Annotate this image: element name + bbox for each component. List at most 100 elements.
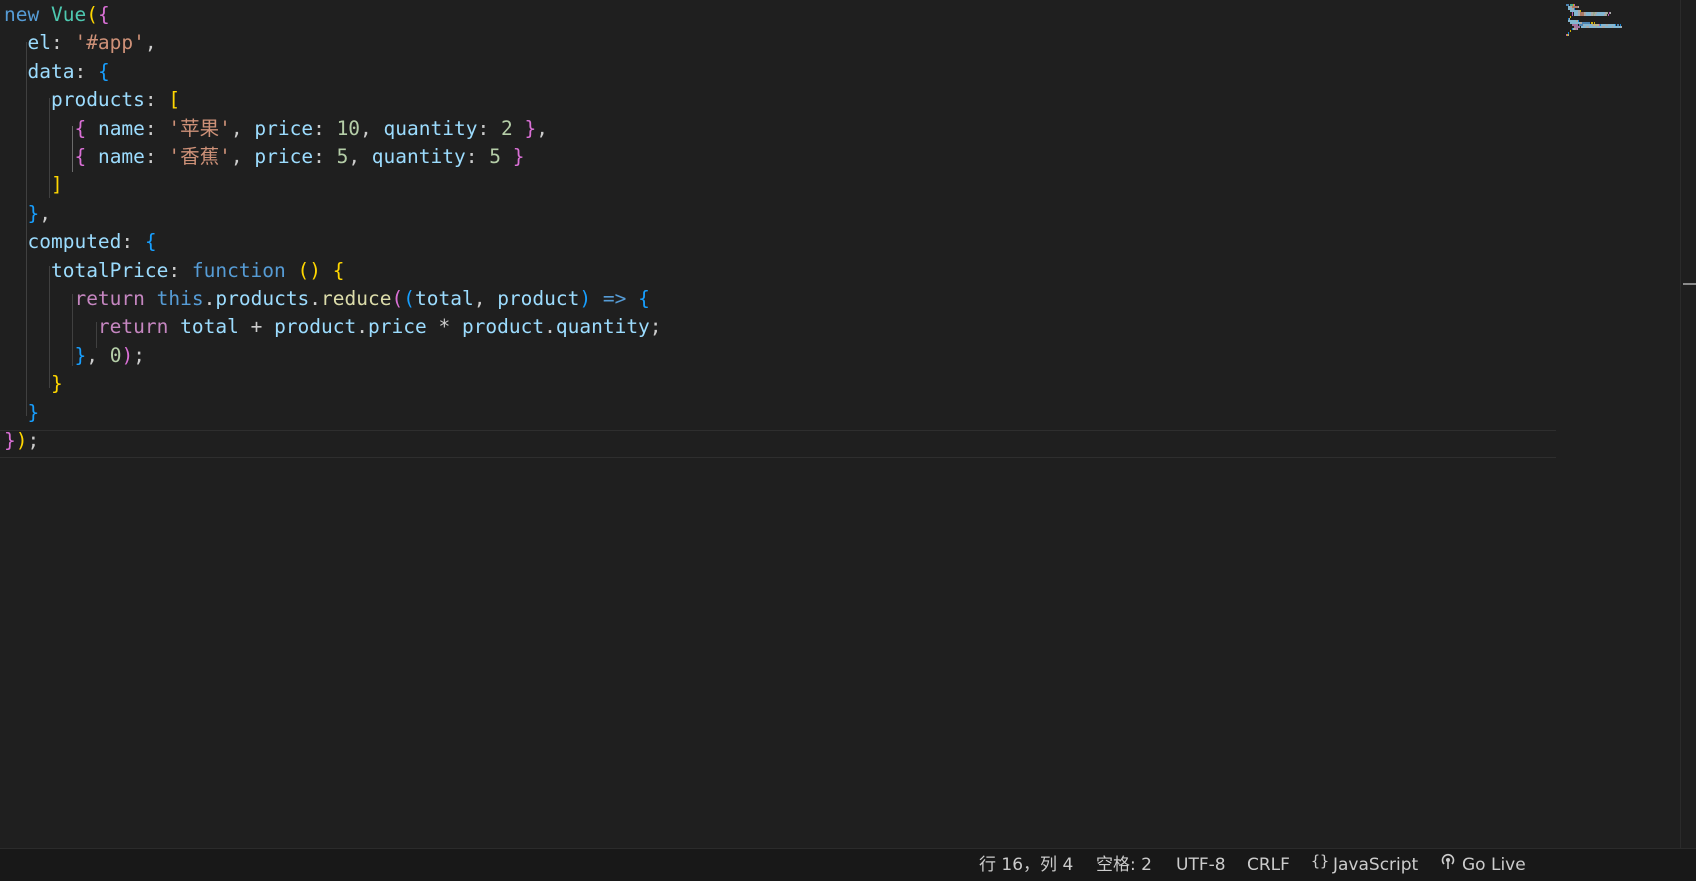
- code-token: ,: [144, 31, 157, 55]
- code-token: ;: [649, 315, 662, 339]
- minimap-token: [1578, 6, 1579, 8]
- code-token: data: [27, 59, 75, 83]
- code-line: data: {: [4, 58, 110, 86]
- code-token: function: [191, 258, 286, 282]
- code-token: quantity: [371, 145, 466, 168]
- code-token: ;: [27, 429, 40, 452]
- code-token: ,: [86, 343, 110, 367]
- eol-setting[interactable]: CRLF: [1247, 849, 1290, 881]
- code-token: :: [50, 31, 75, 55]
- code-token: :: [74, 59, 98, 83]
- code-token: totalPrice: [50, 258, 169, 282]
- code-token: '苹果': [168, 116, 231, 140]
- svg-text:{}: {}: [1311, 852, 1328, 870]
- go-live-button[interactable]: Go Live: [1439, 849, 1526, 881]
- encoding-setting[interactable]: UTF-8: [1176, 849, 1226, 881]
- code-token: (: [391, 287, 404, 310]
- code-token: (): [297, 258, 322, 282]
- code-token: }: [27, 400, 40, 424]
- minimap-token: [1577, 28, 1578, 30]
- code-token: products: [215, 287, 310, 310]
- code-token: name: [97, 116, 145, 140]
- code-token: :: [144, 145, 169, 168]
- code-token: {: [97, 59, 110, 83]
- language-mode[interactable]: {} JavaScript: [1310, 849, 1418, 881]
- code-line: { name: '苹果', price: 10, quantity: 2 },: [4, 115, 547, 143]
- code-token: }: [50, 372, 63, 396]
- code-line: });: [4, 427, 39, 455]
- code-token: ): [15, 429, 28, 452]
- code-token: :: [144, 116, 169, 140]
- code-token: *: [426, 315, 462, 339]
- code-token: quantity: [383, 116, 478, 140]
- code-token: ): [121, 343, 134, 367]
- minimap-token: [1570, 16, 1571, 18]
- minimap-token: [1589, 26, 1596, 28]
- code-token: ,: [39, 201, 51, 225]
- code-line: totalPrice: function () {: [4, 257, 345, 285]
- code-token: ]: [50, 173, 63, 197]
- code-token: :: [465, 145, 490, 168]
- code-token: 10: [336, 116, 361, 140]
- code-token: 0: [109, 343, 122, 367]
- scrollbar-cursor-marker: [1683, 283, 1696, 285]
- code-line: return total + product.price * product.q…: [4, 313, 662, 341]
- code-line: }: [4, 370, 63, 398]
- language-mode-label: JavaScript: [1333, 855, 1419, 875]
- code-area[interactable]: new Vue({ el: '#app', data: { products: …: [0, 0, 1560, 848]
- code-token: total: [180, 315, 239, 339]
- code-token: :: [168, 258, 192, 282]
- code-token: 5: [489, 145, 501, 168]
- code-token: this: [156, 287, 204, 310]
- code-token: el: [27, 31, 51, 55]
- indentation-setting[interactable]: 空格: 2: [1096, 849, 1152, 881]
- code-token: }: [524, 116, 537, 140]
- code-token: return: [97, 315, 169, 339]
- code-token: .: [309, 287, 322, 310]
- code-token: name: [97, 145, 145, 168]
- minimap-token: [1572, 14, 1573, 16]
- code-token: :: [144, 88, 169, 112]
- code-token: total: [415, 287, 474, 310]
- code-line: }: [4, 399, 39, 427]
- editor[interactable]: new Vue({ el: '#app', data: { products: …: [0, 0, 1696, 848]
- code-token: {: [638, 287, 650, 310]
- code-token: product: [461, 315, 545, 339]
- code-token: Vue: [50, 3, 87, 26]
- code-token: {: [332, 258, 345, 282]
- code-token: ,: [348, 145, 372, 168]
- minimap-token: [1596, 14, 1604, 16]
- code-token: '#app': [74, 31, 145, 55]
- minimap[interactable]: [1556, 0, 1656, 848]
- code-line: return this.products.reduce((total, prod…: [4, 285, 650, 313]
- code-token: }: [4, 429, 16, 452]
- code-token: ;: [133, 343, 145, 367]
- code-token: product: [497, 287, 580, 310]
- vertical-scrollbar[interactable]: [1680, 0, 1696, 848]
- code-token: ,: [230, 145, 255, 168]
- cursor-position[interactable]: 行 16，列 4: [979, 849, 1073, 881]
- code-line: products: [: [4, 86, 180, 114]
- code-token: ,: [473, 287, 498, 310]
